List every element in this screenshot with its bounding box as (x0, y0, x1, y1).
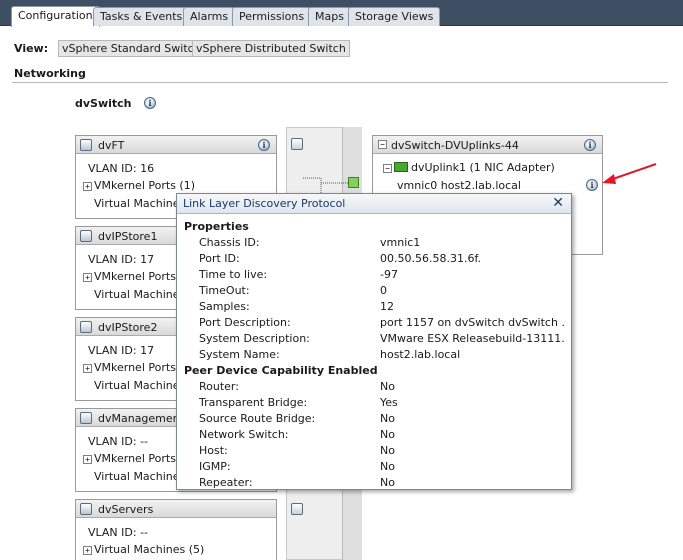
collapse-icon[interactable]: − (378, 140, 387, 149)
property-key: Chassis ID: (199, 236, 260, 249)
virtual-machines: Virtual Machines (94, 288, 186, 301)
expand-icon[interactable]: + (83, 546, 92, 555)
expand-icon[interactable]: + (83, 364, 92, 373)
vlan-id: VLAN ID: -- (88, 435, 149, 448)
capability-key: Host: (199, 444, 228, 457)
capability-key: IGMP: (199, 460, 231, 473)
port-group-link-icon (291, 503, 303, 515)
port-group-name: dvServers (98, 503, 154, 516)
port-group-info-icon[interactable]: i (258, 139, 270, 151)
capability-key: Repeater: (199, 476, 253, 489)
uplink-item[interactable]: − dvUplink1 (1 NIC Adapter) (383, 161, 555, 174)
switch-info-icon[interactable]: i (144, 97, 156, 109)
property-key: System Description: (199, 332, 310, 345)
capability-key: Router: (199, 380, 239, 393)
capability-value: No (380, 460, 395, 473)
capability-key: Transparent Bridge: (199, 396, 308, 409)
properties-header: Properties (184, 220, 249, 233)
tab-storage-views[interactable]: Storage Views (348, 7, 441, 26)
uplink-header: − dvSwitch-DVUplinks-44 i (373, 136, 602, 154)
capability-value: Yes (380, 396, 398, 409)
switch-title: dvSwitch (75, 97, 132, 110)
port-group-icon (80, 230, 92, 242)
vlan-id: VLAN ID: 16 (88, 162, 155, 175)
vlan-id: VLAN ID: 17 (88, 253, 155, 266)
property-key: Port Description: (199, 316, 291, 329)
annotation-arrow-icon (602, 163, 657, 184)
capability-value: No (380, 428, 395, 441)
port-group-link-icon (291, 138, 303, 150)
port-group-icon (80, 139, 92, 151)
port-group-icon (80, 321, 92, 333)
view-standard-switch-button[interactable]: vSphere Standard Switch (58, 40, 205, 57)
vlan-id: VLAN ID: -- (88, 526, 149, 539)
port-group-icon (80, 503, 92, 515)
tab-bar: Configuration Tasks & Events Alarms Perm… (0, 0, 683, 27)
nic-name: vmnic0 host2.lab.local (397, 179, 521, 192)
vlan-id: VLAN ID: 17 (88, 344, 155, 357)
port-group-header: dvServers (76, 500, 276, 518)
tab-alarms[interactable]: Alarms (183, 7, 236, 26)
property-key: System Name: (199, 348, 280, 361)
port-group-dvservers: dvServers VLAN ID: -- + Virtual Machines … (75, 499, 277, 560)
capability-value: No (380, 476, 395, 489)
property-value: 00.50.56.58.31.6f. (380, 252, 482, 265)
lldp-popup: Link Layer Discovery Protocol ✕ Properti… (176, 193, 572, 490)
expand-icon[interactable]: + (83, 455, 92, 464)
property-value: 0 (380, 284, 387, 297)
virtual-machines: Virtual Machines (94, 379, 186, 392)
popup-title: Link Layer Discovery Protocol (183, 197, 346, 210)
divider (12, 82, 668, 83)
view-distributed-switch-button[interactable]: vSphere Distributed Switch (192, 40, 350, 57)
port-group-icon (80, 412, 92, 424)
property-key: TimeOut: (199, 284, 250, 297)
property-key: Time to live: (199, 268, 268, 281)
popup-header: Link Layer Discovery Protocol ✕ (177, 194, 571, 214)
tab-maps[interactable]: Maps (308, 7, 351, 26)
expand-icon[interactable]: + (83, 273, 92, 282)
property-value: 12 (380, 300, 394, 313)
property-value: host2.lab.local (380, 348, 461, 361)
section-title: Networking (14, 67, 86, 80)
view-label: View: (14, 42, 49, 55)
capability-key: Source Route Bridge: (199, 412, 316, 425)
port-group-header: dvFT i (76, 136, 276, 154)
tab-permissions[interactable]: Permissions (232, 7, 312, 26)
collapse-icon[interactable]: − (383, 164, 392, 173)
expand-icon[interactable]: + (83, 182, 92, 191)
property-key: Samples: (199, 300, 250, 313)
property-value: vmnic1 (380, 236, 421, 249)
capability-header: Peer Device Capability Enabled (184, 364, 378, 377)
capability-key: Network Switch: (199, 428, 289, 441)
close-icon[interactable]: ✕ (552, 195, 564, 211)
nic-adapter-icon (394, 162, 408, 172)
port-group-name: dvIPStore2 (98, 321, 158, 334)
capability-value: No (380, 444, 395, 457)
property-value: VMware ESX Releasebuild-13111... (380, 332, 565, 345)
uplink-title: dvSwitch-DVUplinks-44 (391, 139, 519, 152)
port-group-name: dvFT (98, 139, 125, 152)
virtual-machines[interactable]: + Virtual Machines (5) (83, 543, 204, 556)
vmkernel-ports[interactable]: + VMkernel Ports (1) (83, 179, 195, 192)
uplink-info-icon[interactable]: i (584, 139, 596, 151)
capability-value: No (380, 412, 395, 425)
port-group-name: dvManagement (98, 412, 184, 425)
capability-value: No (380, 380, 395, 393)
property-value: -97 (380, 268, 398, 281)
nic-info-icon[interactable]: i (586, 179, 598, 191)
property-key: Port ID: (199, 252, 240, 265)
virtual-machines: Virtual Machines (94, 197, 186, 210)
property-value: port 1157 on dvSwitch dvSwitch ... (380, 316, 565, 329)
tab-tasks-events[interactable]: Tasks & Events (93, 7, 190, 26)
tab-configuration[interactable]: Configuration (11, 6, 100, 27)
port-group-name: dvIPStore1 (98, 230, 158, 243)
virtual-machines: Virtual Machines (94, 470, 186, 483)
uplink-port-icon[interactable] (348, 177, 359, 188)
